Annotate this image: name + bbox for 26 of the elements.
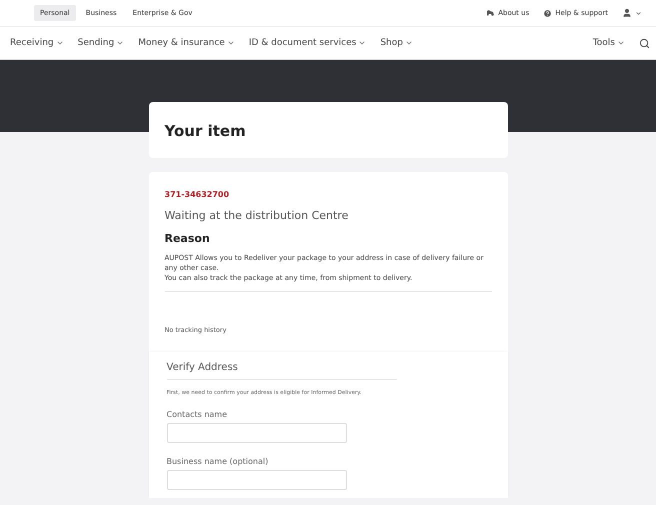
verify-title: Verify Address bbox=[166, 362, 396, 380]
nav-link[interactable]: Receiving bbox=[10, 38, 54, 48]
kangaroo-icon bbox=[486, 9, 496, 17]
nav-link[interactable]: Money & insurance bbox=[138, 38, 225, 48]
nav-link[interactable]: Shop bbox=[380, 38, 403, 48]
field-label: Business name (optional) bbox=[166, 457, 270, 466]
page-title: Your item bbox=[164, 122, 247, 140]
input-field[interactable] bbox=[166, 470, 346, 490]
tracking-status: Waiting at the distribution Centre bbox=[164, 209, 350, 222]
nav-link[interactable]: ID & document services bbox=[248, 38, 356, 48]
chevron-icon bbox=[56, 39, 64, 47]
search-icon[interactable] bbox=[639, 38, 650, 48]
field-label: Contacts name bbox=[166, 410, 228, 420]
chevron-icon bbox=[404, 39, 413, 47]
nav-link[interactable]: Sending bbox=[78, 38, 114, 48]
nav-link[interactable]: Tools bbox=[592, 38, 615, 48]
input-field[interactable] bbox=[166, 423, 346, 444]
chevron-icon[interactable] bbox=[635, 10, 642, 16]
help-icon bbox=[543, 8, 552, 18]
reason-heading: Reason bbox=[164, 232, 211, 245]
chevron-icon bbox=[226, 39, 235, 47]
chevron-icon bbox=[116, 39, 124, 47]
chevron-icon bbox=[358, 39, 366, 47]
chevron-icon bbox=[617, 39, 625, 47]
user-icon[interactable] bbox=[622, 8, 632, 18]
tracking-number: 371-34632700 bbox=[164, 190, 230, 199]
